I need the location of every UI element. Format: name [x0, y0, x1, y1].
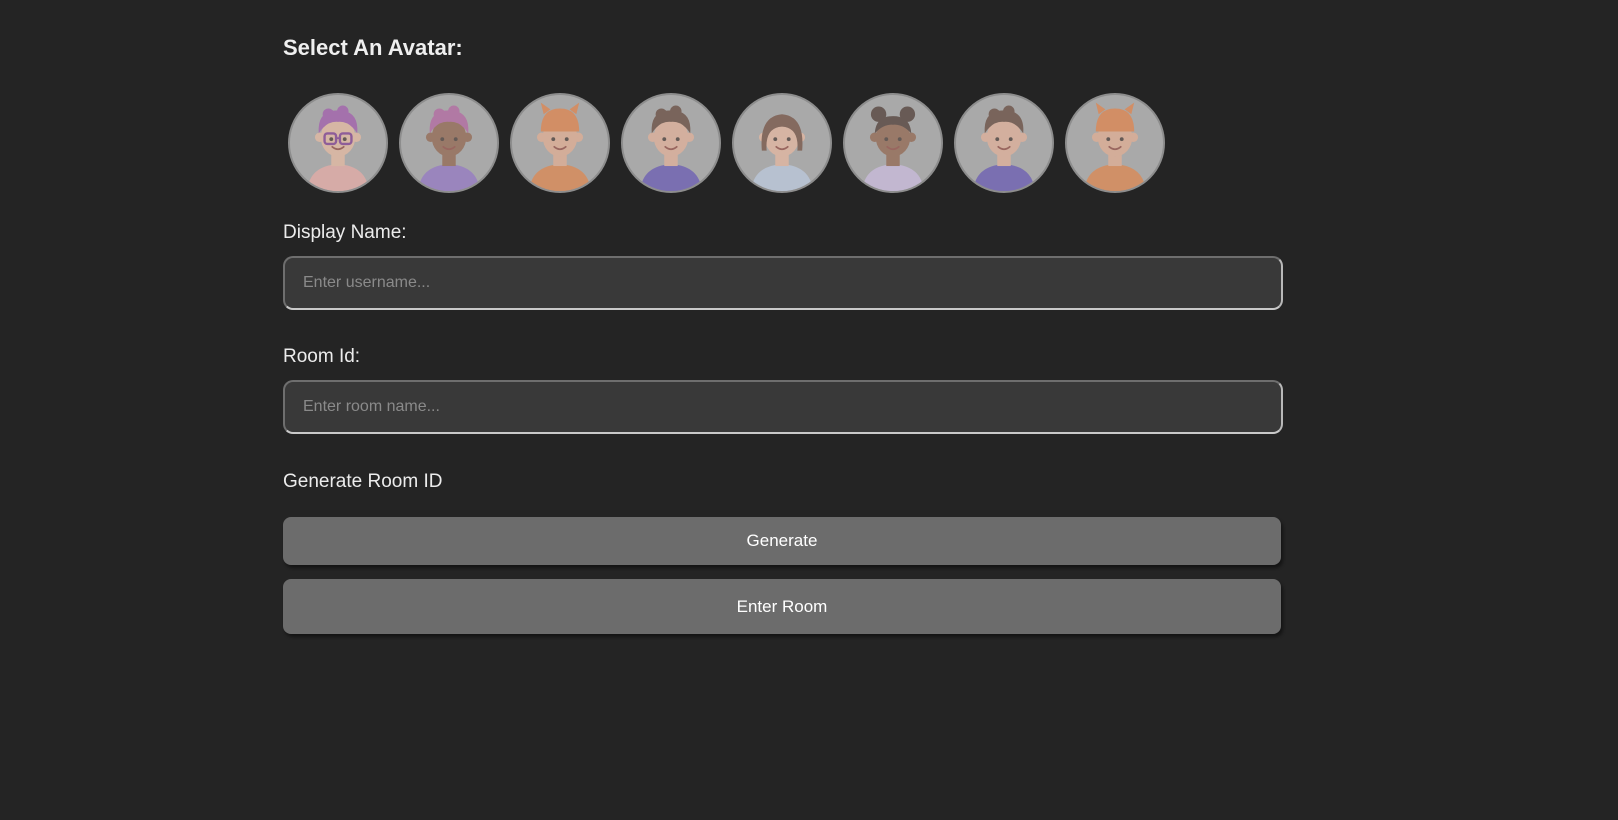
avatar-option-1[interactable]	[288, 93, 388, 193]
room-id-label: Room Id:	[283, 346, 361, 367]
avatar-option-2[interactable]	[399, 93, 499, 193]
enter-room-button[interactable]: Enter Room	[283, 579, 1281, 634]
avatar-orange-beanie-icon	[1067, 95, 1163, 191]
avatar-option-5[interactable]	[732, 93, 832, 193]
avatar-bob-haircut-icon	[734, 95, 830, 191]
display-name-label: Display Name:	[283, 222, 407, 243]
avatar-option-6[interactable]	[843, 93, 943, 193]
generate-button[interactable]: Generate	[283, 517, 1281, 565]
avatar-pink-hair-dark-skin-icon	[401, 95, 497, 191]
avatar-option-8[interactable]	[1065, 93, 1165, 193]
avatar-heading: Select An Avatar:	[283, 35, 463, 60]
avatar-option-4[interactable]	[621, 93, 721, 193]
avatar-purple-hair-glasses-icon	[290, 95, 386, 191]
room-id-input[interactable]	[283, 380, 1283, 434]
display-name-input[interactable]	[283, 256, 1283, 310]
generate-room-id-label: Generate Room ID	[283, 471, 443, 492]
avatar-hair-buns-dark-skin-icon	[845, 95, 941, 191]
avatar-orange-beanie-icon	[512, 95, 608, 191]
avatar-curly-hair-purple-jacket-icon	[623, 95, 719, 191]
avatar-option-3[interactable]	[510, 93, 610, 193]
avatar-curly-hair-purple-jacket-icon	[956, 95, 1052, 191]
avatar-option-7[interactable]	[954, 93, 1054, 193]
avatar-list	[288, 93, 1165, 193]
